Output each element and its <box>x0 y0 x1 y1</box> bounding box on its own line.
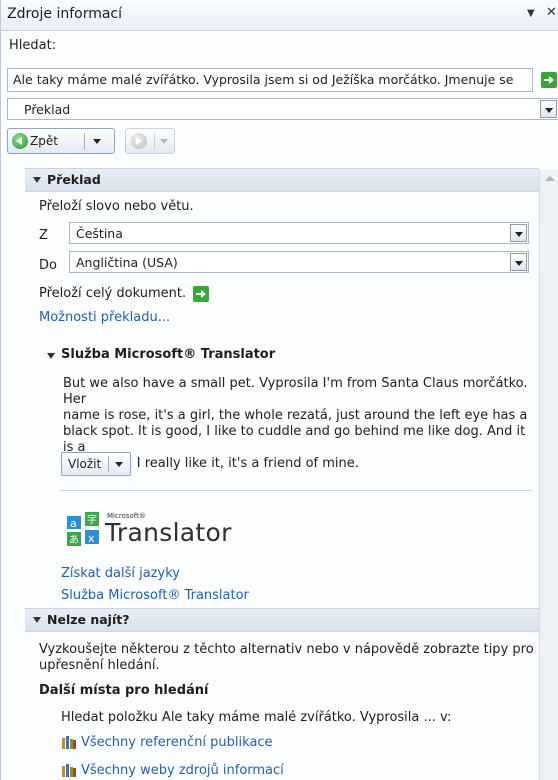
from-language-dropdown-icon[interactable] <box>510 224 527 242</box>
insert-button[interactable]: Vložit <box>61 452 131 476</box>
to-language-dropdown-icon[interactable] <box>510 253 527 271</box>
result-line: black spot. It is good, I like to cuddle… <box>63 424 526 455</box>
translate-document-arrow-icon[interactable] <box>193 286 209 302</box>
translator-service-title[interactable]: Služba Microsoft® Translator <box>61 347 275 362</box>
svg-text:あ: あ <box>69 534 79 546</box>
all-reference-books-link[interactable]: Všechny referenční publikace <box>81 735 273 750</box>
back-button[interactable]: Zpět <box>7 128 115 154</box>
back-button-label: Zpět <box>30 134 58 148</box>
scroll-up-icon[interactable] <box>545 176 555 181</box>
logo-translator-text: Translator <box>105 518 232 547</box>
translation-options-link[interactable]: Možnosti překladu... <box>39 310 170 325</box>
microsoft-translator-logo-icon: a 字 あ x <box>67 512 99 546</box>
svg-text:a: a <box>70 517 77 530</box>
translate-document-label: Přeloží celý dokument. <box>39 286 187 301</box>
back-history-dropdown-icon[interactable] <box>93 139 101 144</box>
service-select-dropdown-icon[interactable] <box>540 100 557 118</box>
hint-line: upřesnění hledání. <box>39 658 160 673</box>
results-scrollbar[interactable] <box>539 170 558 780</box>
svg-text:字: 字 <box>87 513 97 526</box>
forward-arrow-icon <box>131 133 147 149</box>
translator-collapse-icon[interactable] <box>47 353 55 359</box>
collapse-triangle-icon <box>33 177 41 183</box>
not-found-section-header[interactable]: Nelze najít? <box>25 608 539 632</box>
books-icon <box>61 764 77 778</box>
translation-section-title: Překlad <box>47 172 101 187</box>
pane-options-dropdown-icon[interactable]: ▼ <box>527 8 535 19</box>
search-input[interactable]: Ale taky máme malé zvířátko. Vyprosila j… <box>7 68 533 92</box>
translation-result: But we also have a small pet. Vyprosila … <box>63 376 533 472</box>
research-pane: Zdroje informací ▼ ✕ Hledat: Ale taky má… <box>0 0 558 780</box>
books-icon <box>61 736 77 750</box>
translator-service-link[interactable]: Služba Microsoft® Translator <box>61 588 249 603</box>
search-item-text: Hledat položku Ale taky máme malé zvířát… <box>61 710 452 725</box>
collapse-triangle-icon <box>33 617 41 623</box>
divider <box>61 490 531 491</box>
all-research-sites-link[interactable]: Všechny weby zdrojů informací <box>81 763 284 778</box>
more-places-heading: Další místa pro hledání <box>39 683 209 698</box>
pane-title-bar: Zdroje informací ▼ ✕ <box>1 0 558 31</box>
not-found-hint: Vyzkoušejte některou z těchto alternativ… <box>39 642 534 674</box>
forward-button[interactable] <box>125 128 175 154</box>
insert-button-label: Vložit <box>68 457 102 471</box>
service-select[interactable]: Překlad <box>7 98 558 120</box>
start-search-arrow-icon[interactable] <box>541 72 557 88</box>
hint-line: Vyzkoušejte některou z těchto alternativ… <box>39 642 534 657</box>
translation-instruction: Přeloží slovo nebo větu. <box>39 199 194 214</box>
get-more-languages-link[interactable]: Získat další jazyky <box>61 566 180 581</box>
close-icon[interactable]: ✕ <box>546 5 557 20</box>
forward-history-dropdown-icon[interactable] <box>160 139 168 144</box>
pane-title: Zdroje informací <box>7 6 123 22</box>
to-language-select[interactable]: Angličtina (USA) <box>69 251 529 273</box>
back-arrow-icon <box>12 133 28 149</box>
to-language-label: Do <box>39 258 57 273</box>
result-line: name is rose, it's a girl, the whole rez… <box>63 408 528 423</box>
search-label: Hledat: <box>9 38 57 53</box>
result-line: But we also have a small pet. Vyprosila … <box>63 376 528 407</box>
from-language-select[interactable]: Čeština <box>69 222 529 244</box>
translation-section-header[interactable]: Překlad <box>25 168 539 192</box>
svg-text:x: x <box>88 532 95 545</box>
insert-options-dropdown-icon[interactable] <box>115 462 123 467</box>
not-found-section-title: Nelze najít? <box>47 612 130 627</box>
from-language-label: Z <box>39 228 48 243</box>
result-line: nice tooth. I really like it, it's a fri… <box>63 456 359 471</box>
